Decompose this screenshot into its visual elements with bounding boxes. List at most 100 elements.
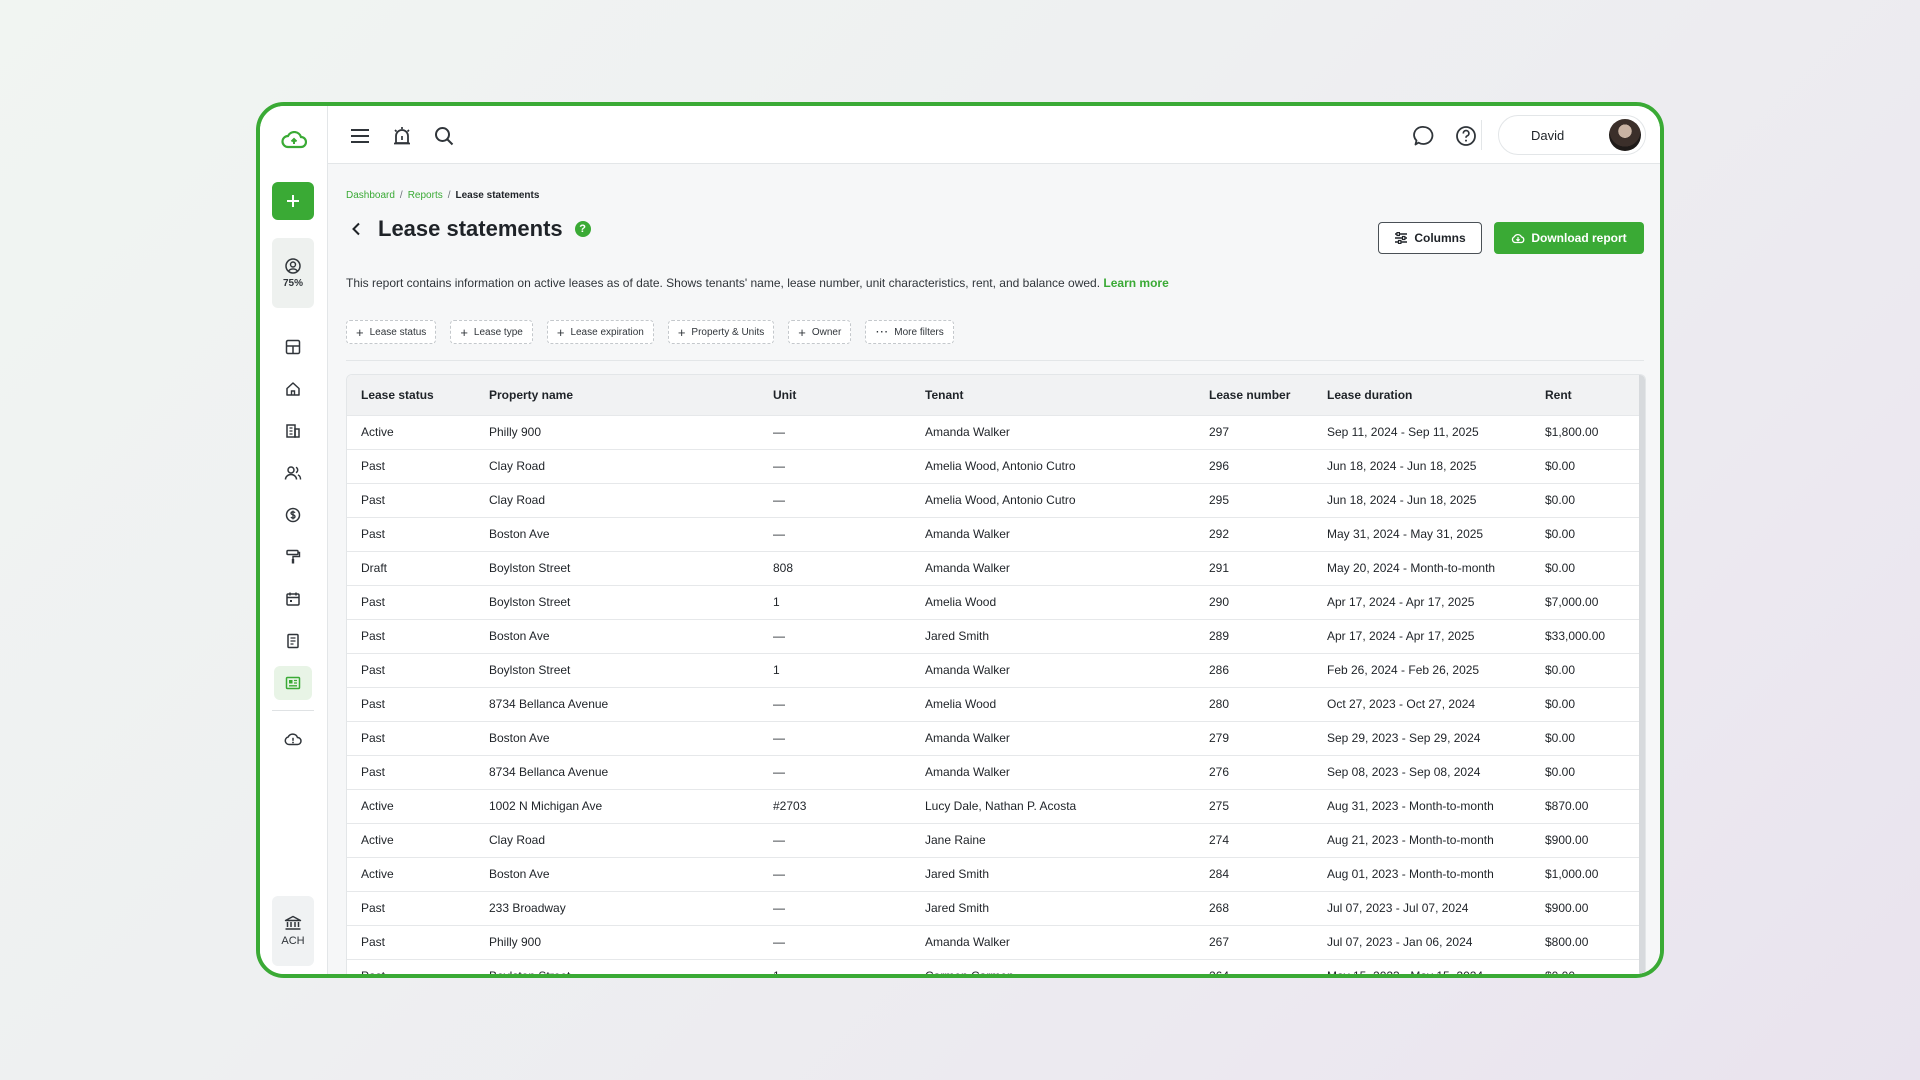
paint-roller-icon[interactable] (274, 540, 312, 574)
column-header-rent[interactable]: Rent (1531, 375, 1645, 415)
table-row[interactable]: Active 1002 N Michigan Ave #2703 Lucy Dale,… (347, 789, 1645, 823)
cell-lease-number: 291 (1209, 561, 1230, 575)
dollar-icon[interactable] (274, 498, 312, 532)
learn-more-link[interactable]: Learn more (1103, 276, 1168, 290)
home-icon[interactable] (274, 372, 312, 406)
cell-tenant: Lucy Dale, Nathan P. Acosta (925, 799, 1077, 813)
filter-owner[interactable]: + Owner (788, 320, 852, 344)
ach-button[interactable]: ACH (272, 896, 314, 966)
user-name: David (1531, 128, 1565, 143)
table-row[interactable]: Past Boylston Street 1 Amelia Wood 290 Apr 17… (347, 585, 1645, 619)
filter-lease-status[interactable]: + Lease status (346, 320, 437, 344)
column-header-tenant[interactable]: Tenant (911, 375, 1195, 415)
cell-lease-status: Past (361, 765, 386, 779)
cell-unit: — (773, 867, 785, 881)
table-row[interactable]: Active Clay Road — Jane Raine 274 Aug 21, 202… (347, 823, 1645, 857)
reports-icon[interactable] (274, 666, 312, 700)
column-header-lease-duration[interactable]: Lease duration (1313, 375, 1531, 415)
cell-lease-status: Past (361, 697, 386, 711)
document-icon[interactable] (274, 624, 312, 658)
people-icon[interactable] (274, 456, 312, 490)
cell-lease-number: 267 (1209, 935, 1230, 949)
cell-lease-duration: Jul 07, 2023 - Jan 06, 2024 (1327, 935, 1473, 949)
cell-lease-status: Past (361, 459, 386, 473)
logo-cloud-icon[interactable] (260, 120, 328, 160)
column-header-lease-number[interactable]: Lease number (1195, 375, 1313, 415)
cell-property-name: Clay Road (489, 833, 546, 847)
filter-property-units[interactable]: + Property & Units (667, 320, 775, 344)
help-icon[interactable] (1452, 122, 1480, 150)
cell-lease-status: Past (361, 629, 386, 643)
table-row[interactable]: PastBoylston Street1Carmen Carmen264May … (347, 959, 1645, 974)
table-row[interactable]: Past 8734 Bellanca Avenue — Amelia Wood 280 O… (347, 687, 1645, 721)
table-row[interactable]: Past Boston Ave — Amanda Walker 279 Sep 29, 2… (347, 721, 1645, 755)
table-row[interactable]: Past Boston Ave — Amanda Walker 292 May 31, 2… (347, 517, 1645, 551)
alarm-icon[interactable] (388, 122, 416, 150)
table-row[interactable]: Past Clay Road — Amelia Wood, Antonio Cutro… (347, 449, 1645, 483)
profile-completion[interactable]: 75% (272, 238, 314, 308)
cell-lease-number: 292 (1209, 527, 1230, 541)
cell-unit: 1 (773, 595, 780, 609)
back-chevron-icon[interactable] (346, 219, 366, 239)
filter-more-filters[interactable]: ⋯ More filters (865, 320, 954, 344)
cell-tenant: Jared Smith (925, 901, 990, 915)
help-badge-icon[interactable]: ? (574, 221, 591, 237)
page-title: Lease statements (378, 216, 563, 241)
building-icon[interactable] (274, 414, 312, 448)
cell-lease-status: Active (361, 833, 394, 847)
avatar (1609, 119, 1641, 151)
column-header-property-name[interactable]: Property name (475, 375, 759, 415)
more-dots-icon: ⋯ (875, 324, 889, 339)
top-bar: David (328, 106, 1660, 164)
cell-lease-status: Active (361, 425, 394, 439)
columns-label: Columns (1414, 231, 1466, 245)
cell-tenant: Amelia Wood (925, 595, 997, 609)
table-row[interactable]: Past Clay Road — Amelia Wood, Antonio Cutro… (347, 483, 1645, 517)
user-menu[interactable]: David (1498, 115, 1646, 155)
filter-label: Lease expiration (570, 326, 644, 338)
table-row[interactable]: Past Boylston Street 1 Amanda Walker 286 Feb … (347, 653, 1645, 687)
cell-unit: — (773, 459, 785, 473)
cell-tenant: Amanda Walker (925, 425, 1010, 439)
table-row[interactable]: Active Philly 900 — Amanda Walker 297 Sep 11,… (347, 415, 1645, 449)
columns-button[interactable]: Columns (1378, 222, 1482, 254)
cell-tenant: Carmen Carmen (911, 959, 1195, 974)
cloud-alert-icon[interactable] (274, 722, 312, 756)
cell-lease-duration: May 31, 2024 - May 31, 2025 (1327, 527, 1484, 541)
app-window: 75% ACH David Dashboard / Reports / Leas… (256, 102, 1664, 978)
description-text: This report contains information on acti… (346, 276, 1101, 290)
filter-lease-expiration[interactable]: + Lease expiration (546, 320, 654, 344)
table-row[interactable]: Active Boston Ave — Jared Smith 284 Aug 01, 2… (347, 857, 1645, 891)
cell-lease-status: Past (361, 731, 386, 745)
lease-table: Lease status Property name Unit Tenant Lease… (347, 375, 1645, 974)
search-icon[interactable] (430, 122, 458, 150)
table-row[interactable]: Past Boston Ave — Jared Smith 289 Apr 17, 202… (347, 619, 1645, 653)
grid-icon[interactable] (274, 330, 312, 364)
cell-property-name: Boston Ave (489, 731, 550, 745)
report-description: This report contains information on acti… (346, 276, 1169, 290)
download-report-button[interactable]: Download report (1494, 222, 1644, 254)
column-header-unit[interactable]: Unit (759, 375, 911, 415)
cell-property-name: 8734 Bellanca Avenue (489, 765, 609, 779)
cell-lease-number: 297 (1209, 425, 1230, 439)
table-scrollbar[interactable] (1639, 375, 1645, 974)
table-row[interactable]: Past Philly 900 — Amanda Walker 267 Jul 07, 2… (347, 925, 1645, 959)
filter-label: Property & Units (691, 326, 765, 338)
filter-lease-type[interactable]: + Lease type (450, 320, 533, 344)
table-row[interactable]: Draft Boylston Street 808 Amanda Walker 291 M… (347, 551, 1645, 585)
calendar-icon[interactable] (274, 582, 312, 616)
menu-icon[interactable] (346, 122, 374, 150)
cell-unit: — (773, 697, 785, 711)
cell-unit: 1 (773, 663, 780, 677)
cell-tenant: Jared Smith (925, 629, 990, 643)
column-header-lease-status[interactable]: Lease status (347, 375, 475, 415)
cell-unit: — (773, 527, 785, 541)
breadcrumb-dashboard[interactable]: Dashboard (346, 190, 395, 201)
add-button[interactable] (272, 182, 314, 220)
table-row[interactable]: Past 8734 Bellanca Avenue — Amanda Walker 27… (347, 755, 1645, 789)
cell-rent: $800.00 (1545, 935, 1589, 949)
breadcrumb-reports[interactable]: Reports (408, 190, 443, 201)
cell-rent: $900.00 (1545, 833, 1589, 847)
table-row[interactable]: Past 233 Broadway — Jared Smith 268 Jul 07, 2… (347, 891, 1645, 925)
chat-icon[interactable] (1410, 122, 1438, 150)
